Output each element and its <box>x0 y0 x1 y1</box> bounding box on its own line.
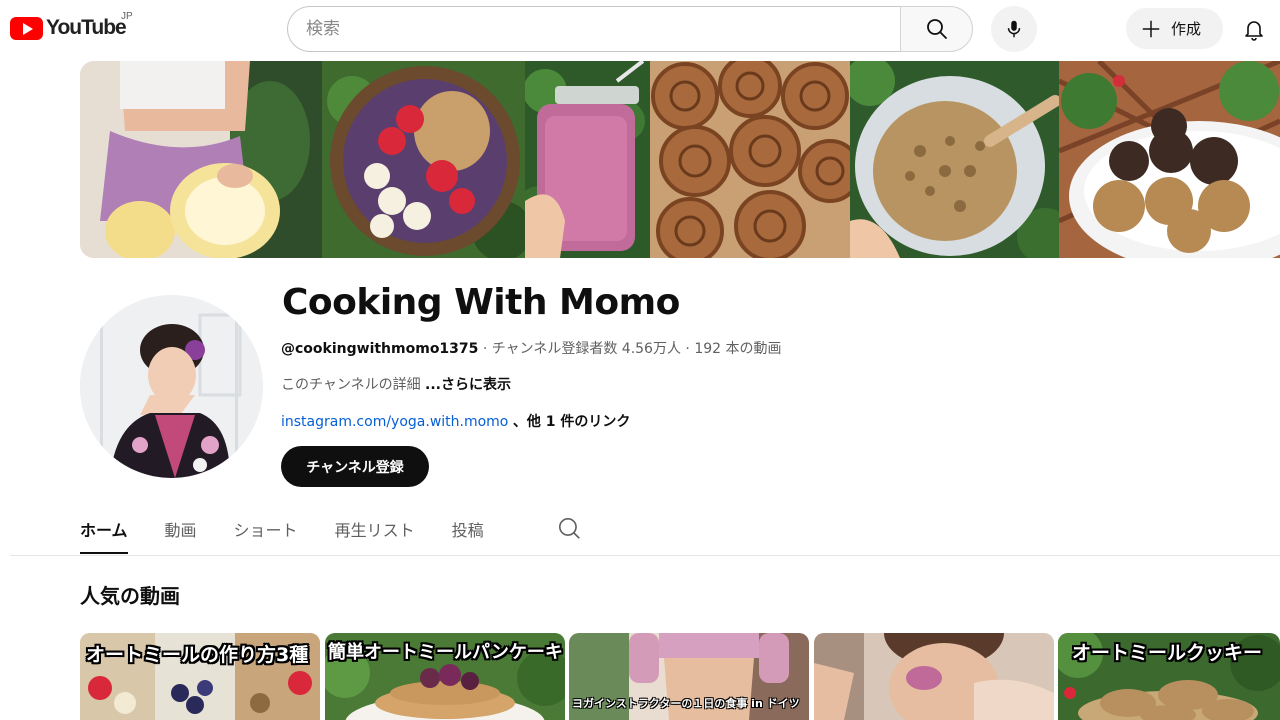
voice-search-button[interactable] <box>991 6 1037 52</box>
video-thumbnail[interactable]: オートミールの作り方3種 <box>80 633 320 720</box>
tab-videos[interactable]: 動画 <box>165 508 197 555</box>
create-label: 作成 <box>1171 20 1202 38</box>
channel-links: instagram.com/yoga.with.momo 、他 1 件のリンク <box>281 411 630 431</box>
video-thumbnail[interactable]: オートミールクッキー <box>1058 633 1280 720</box>
create-button[interactable]: 作成 <box>1126 8 1223 49</box>
subscribe-button[interactable]: チャンネル登録 <box>281 446 429 487</box>
video-thumbnail[interactable]: 簡単オートミールパンケーキ <box>325 633 565 720</box>
tabs-divider <box>10 555 1280 556</box>
channel-banner <box>80 61 1280 258</box>
banner-image-acai-bowl <box>322 61 525 258</box>
popular-videos-shelf: オートミールの作り方3種 簡単オートミールパンケーキ ヨガインストラクターの１日… <box>80 633 1280 720</box>
notifications-button[interactable] <box>1234 9 1274 49</box>
channel-description[interactable]: このチャンネルの詳細 ...さらに表示 <box>281 374 511 394</box>
instagram-link[interactable]: instagram.com/yoga.with.momo <box>281 414 508 430</box>
tab-posts[interactable]: 投稿 <box>452 508 484 555</box>
search-icon <box>558 517 580 539</box>
search-button[interactable] <box>900 6 973 52</box>
bell-icon <box>1245 21 1263 41</box>
banner-image-pomelo <box>80 61 322 258</box>
video-title: オートミールクッキー <box>1072 642 1263 664</box>
search-input[interactable] <box>288 7 901 51</box>
channel-handle: @cookingwithmomo1375 <box>281 341 479 357</box>
search-icon <box>926 19 947 39</box>
banner-image-smoothie <box>525 61 650 258</box>
youtube-play-icon <box>10 16 43 40</box>
video-count: 192 本の動画 <box>694 341 782 357</box>
country-code: JP <box>121 11 133 22</box>
tab-shorts[interactable]: ショート <box>234 508 298 555</box>
other-links-link[interactable]: 、他 1 件のリンク <box>513 414 631 430</box>
youtube-logo[interactable]: YouTube <box>10 16 127 40</box>
video-title: オートミールの作り方3種 <box>86 644 309 666</box>
channel-avatar[interactable] <box>80 295 263 478</box>
meta-separator: · <box>478 341 492 357</box>
show-more-link[interactable]: ...さらに表示 <box>425 377 511 393</box>
banner-image-energy-balls <box>1059 61 1280 258</box>
video-title: ヨガインストラクターの１日の食事 in ドイツ <box>572 697 800 710</box>
banner-image-granola <box>850 61 1059 258</box>
popular-videos-title: 人気の動画 <box>80 584 180 608</box>
description-text: このチャンネルの詳細 <box>281 377 421 393</box>
channel-tabs: ホーム 動画 ショート 再生リスト 投稿 <box>80 508 521 555</box>
channel-search-button[interactable] <box>556 515 582 541</box>
tab-home[interactable]: ホーム <box>80 508 128 555</box>
search-box <box>287 6 901 52</box>
logo-text: YouTube <box>46 16 127 39</box>
banner-image-cinnamon-rolls <box>650 61 850 258</box>
mic-icon <box>1007 20 1021 38</box>
masthead: YouTube JP 作成 <box>0 0 1280 58</box>
meta-separator: · <box>680 341 695 357</box>
tab-playlists[interactable]: 再生リスト <box>335 508 415 555</box>
subscriber-count: チャンネル登録者数 4.56万人 <box>491 341 681 357</box>
channel-meta: @cookingwithmomo1375 · チャンネル登録者数 4.56万人 … <box>281 338 782 358</box>
video-thumbnail[interactable]: ヨガインストラクターの１日の食事 in ドイツ <box>569 633 809 720</box>
video-title: 簡単オートミールパンケーキ <box>328 642 563 663</box>
plus-icon <box>1142 20 1160 37</box>
channel-name: Cooking With Momo <box>282 282 680 323</box>
video-thumbnail[interactable] <box>814 633 1054 720</box>
